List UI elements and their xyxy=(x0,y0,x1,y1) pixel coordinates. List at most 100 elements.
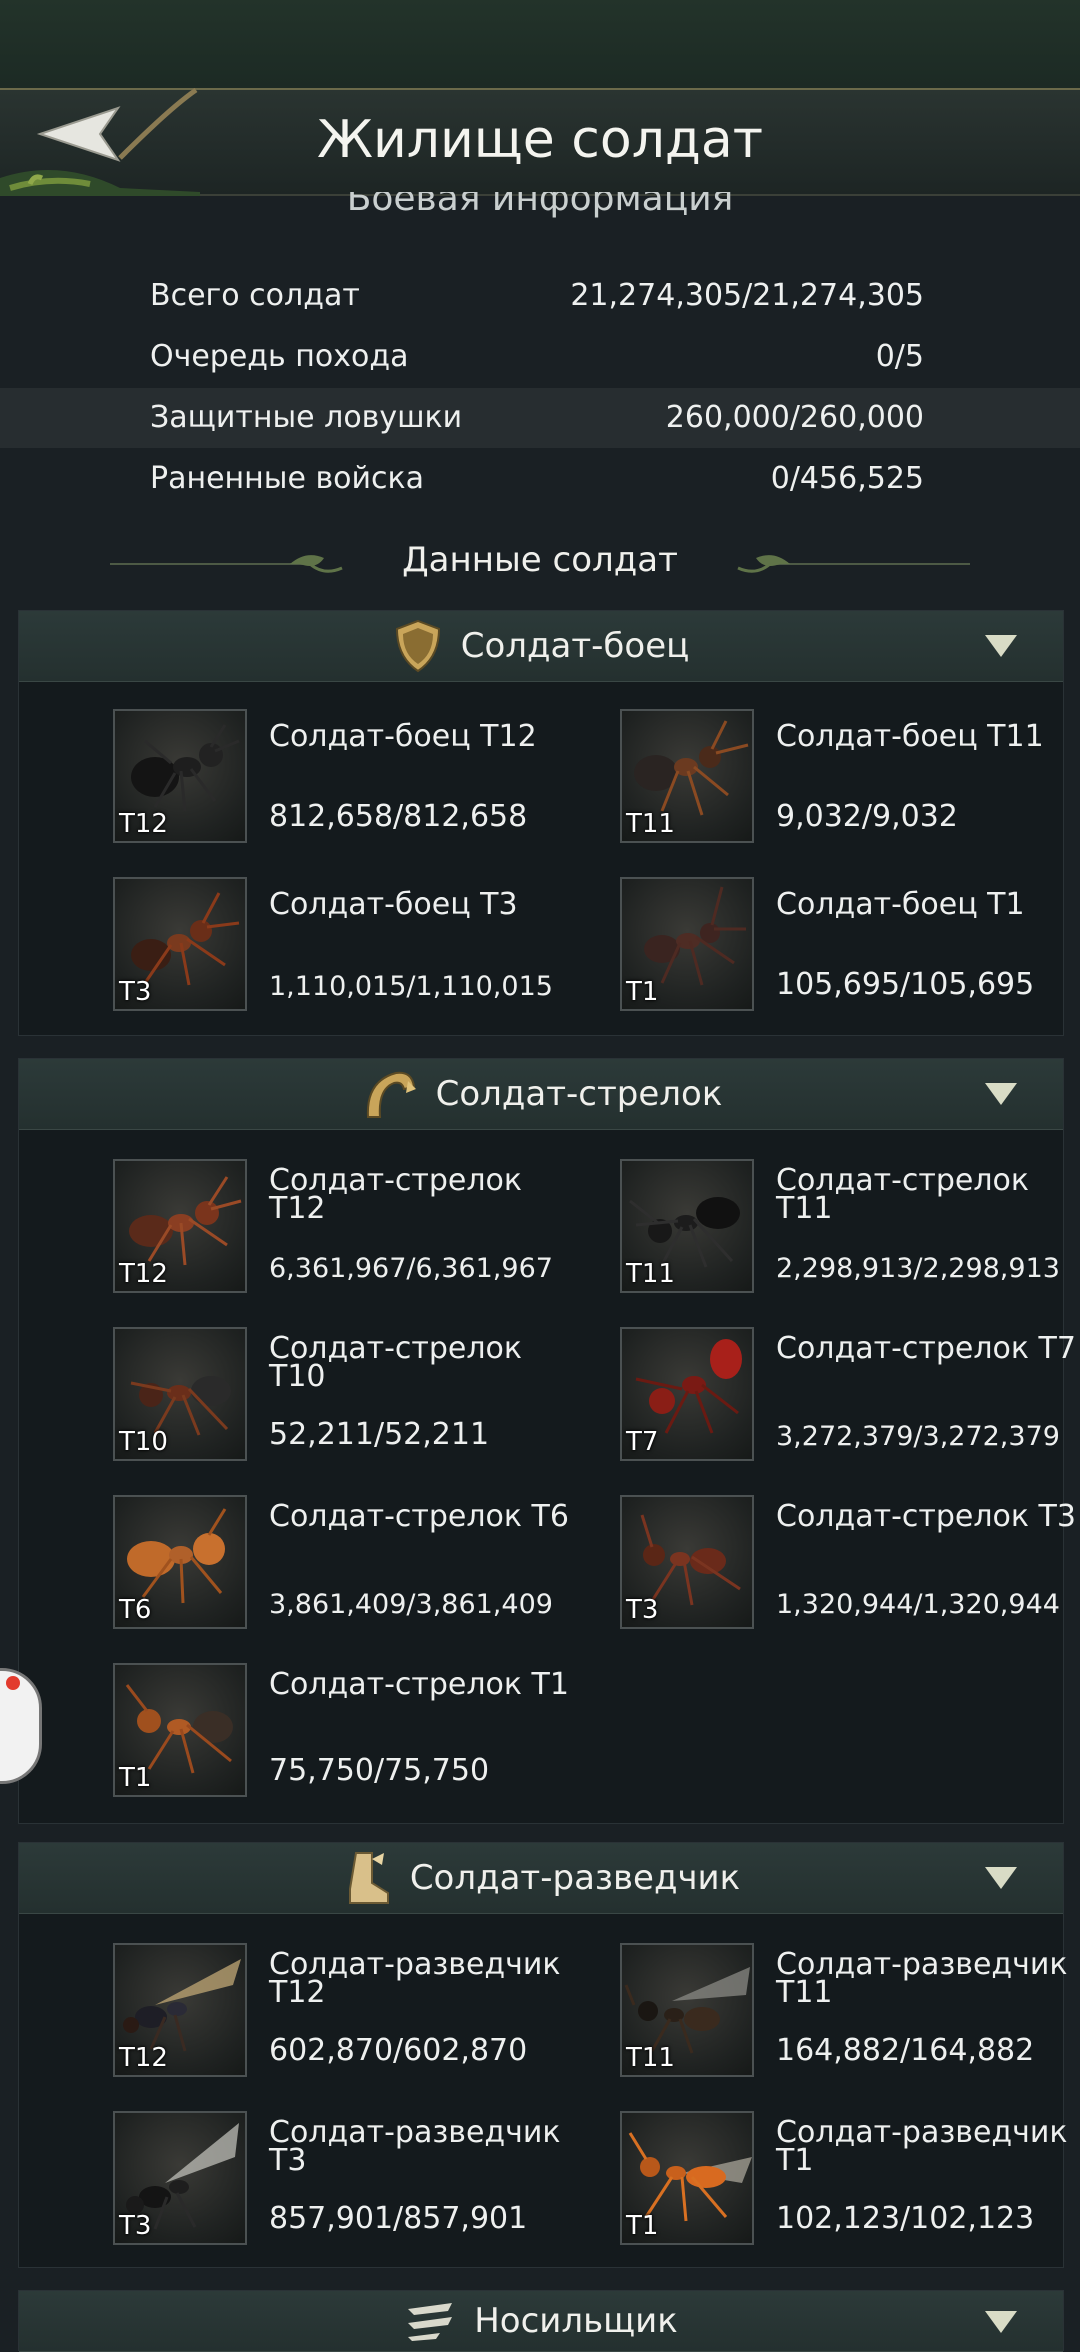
unit-image: T12 xyxy=(113,1159,247,1293)
unit-name: Солдат-стрелок T10 xyxy=(269,1331,523,1394)
unit-card[interactable]: T11 Солдат-боец T11 9,032/9,032 xyxy=(526,709,1044,849)
unit-name: Солдат-стрелок T1 xyxy=(269,1667,569,1702)
chevron-down-icon xyxy=(985,635,1017,657)
unit-card[interactable]: T3 Солдат-стрелок T3 1,320,944/1,320,944 xyxy=(526,1495,1076,1635)
stat-row: Раненные войска 0/456,525 xyxy=(0,449,1080,509)
section-archer: Солдат-стрелок T12 Солдат-стрелок T12 6,… xyxy=(18,1058,1076,1824)
page-title: Жилище солдат xyxy=(316,110,764,170)
unit-name: Солдат-стрелок T11 xyxy=(776,1163,1030,1226)
chevron-down-icon xyxy=(985,1867,1017,1889)
unit-card[interactable]: T11 Солдат-разведчик T11 164,882/164,882 xyxy=(526,1943,1068,2083)
tier-badge: T7 xyxy=(626,1427,659,1457)
unit-card[interactable]: T1 Солдат-разведчик T1 102,123/102,123 xyxy=(526,2111,1068,2251)
unit-name: Солдат-боец T11 xyxy=(776,719,1044,754)
tier-badge: T12 xyxy=(119,1259,168,1289)
section-carrier: Носильщик xyxy=(18,2290,1064,2352)
unit-card[interactable]: T1 Солдат-боец T1 105,695/105,695 xyxy=(526,877,1034,1017)
stat-value: 0/456,525 xyxy=(770,461,924,496)
section-label: Носильщик xyxy=(474,2301,678,2341)
unit-card[interactable]: T12 Солдат-стрелок T12 6,361,967/6,361,9… xyxy=(19,1159,553,1299)
stat-label: Раненные войска xyxy=(150,461,424,496)
tier-badge: T6 xyxy=(119,1595,152,1625)
unit-count: 6,361,967/6,361,967 xyxy=(269,1253,553,1284)
unit-image: T12 xyxy=(113,709,247,843)
unit-card[interactable]: T10 Солдат-стрелок T10 52,211/52,211 xyxy=(19,1327,522,1467)
unit-count: 1,110,015/1,110,015 xyxy=(269,971,553,1002)
stat-label: Очередь похода xyxy=(150,339,409,374)
tier-badge: T11 xyxy=(626,1259,675,1289)
section-label: Солдат-разведчик xyxy=(409,1858,741,1898)
unit-name: Солдат-стрелок T3 xyxy=(776,1499,1076,1534)
unit-count: 3,272,379/3,272,379 xyxy=(776,1421,1060,1452)
stat-row: Защитные ловушки 260,000/260,000 xyxy=(0,388,1080,448)
tier-badge: T3 xyxy=(119,977,152,1007)
unit-card[interactable]: T11 Солдат-стрелок T11 2,298,913/2,298,9… xyxy=(526,1159,1060,1299)
section-header-carrier[interactable]: Носильщик xyxy=(19,2291,1063,2352)
tier-badge: T3 xyxy=(119,2211,152,2241)
unit-card[interactable]: T12 Солдат-боец T12 812,658/812,658 xyxy=(19,709,537,849)
unit-count: 2,298,913/2,298,913 xyxy=(776,1253,1060,1284)
unit-count: 105,695/105,695 xyxy=(776,967,1035,1002)
combat-info-heading: Боевая информация xyxy=(346,192,734,219)
unit-image: T1 xyxy=(113,1663,247,1797)
unit-image: T10 xyxy=(113,1327,247,1461)
unit-name: Солдат-боец T12 xyxy=(269,719,537,754)
top-decor xyxy=(0,0,1080,89)
unit-card[interactable]: T3 Солдат-разведчик T3 857,901/857,901 xyxy=(19,2111,561,2251)
unit-image: T12 xyxy=(113,1943,247,2077)
unit-card[interactable]: T7 Солдат-стрелок T7 3,272,379/3,272,379 xyxy=(526,1327,1076,1467)
unit-count: 1,320,944/1,320,944 xyxy=(776,1589,1060,1620)
tier-badge: T12 xyxy=(119,809,168,839)
unit-name: Солдат-боец T3 xyxy=(269,887,518,922)
unit-card[interactable]: T1 Солдат-стрелок T1 75,750/75,750 xyxy=(19,1663,569,1803)
section-label: Солдат-стрелок xyxy=(435,1074,723,1114)
unit-card[interactable]: T6 Солдат-стрелок T6 3,861,409/3,861,409 xyxy=(19,1495,569,1635)
unit-name: Солдат-стрелок T7 xyxy=(776,1331,1076,1366)
unit-card[interactable]: T3 Солдат-боец T3 1,110,015/1,110,015 xyxy=(19,877,553,1017)
unit-name: Солдат-разведчик T11 xyxy=(776,1947,1068,2010)
unit-image: T6 xyxy=(113,1495,247,1629)
stat-row: Очередь похода 0/5 xyxy=(0,327,1080,387)
section-header-archer[interactable]: Солдат-стрелок xyxy=(19,1059,1063,1130)
unit-count: 602,870/602,870 xyxy=(269,2033,528,2068)
stat-value: 21,274,305/21,274,305 xyxy=(570,278,924,313)
stat-row: Всего солдат 21,274,305/21,274,305 xyxy=(0,266,1080,326)
tier-badge: T12 xyxy=(119,2043,168,2073)
unit-image: T1 xyxy=(620,2111,754,2245)
unit-name: Солдат-боец T1 xyxy=(776,887,1025,922)
boot-icon xyxy=(348,1852,389,1904)
tier-badge: T1 xyxy=(626,977,659,1007)
unit-image: T11 xyxy=(620,1159,754,1293)
chevron-down-icon xyxy=(985,2311,1017,2333)
notification-dot-icon xyxy=(6,1676,20,1690)
unit-image: T3 xyxy=(113,2111,247,2245)
unit-name: Солдат-стрелок T6 xyxy=(269,1499,569,1534)
unit-count: 3,861,409/3,861,409 xyxy=(269,1589,553,1620)
unit-count: 52,211/52,211 xyxy=(269,1417,490,1452)
tier-badge: T3 xyxy=(626,1595,659,1625)
unit-image: T7 xyxy=(620,1327,754,1461)
unit-count: 102,123/102,123 xyxy=(776,2201,1035,2236)
unit-card[interactable]: T12 Солдат-разведчик T12 602,870/602,870 xyxy=(19,1943,561,2083)
tier-badge: T10 xyxy=(119,1427,168,1457)
chevron-down-icon xyxy=(985,1083,1017,1105)
section-scout: Солдат-разведчик T12 Солдат-разведчик T1… xyxy=(18,1842,1068,2268)
unit-image: T1 xyxy=(620,877,754,1011)
stat-value: 0/5 xyxy=(875,339,924,374)
tier-badge: T11 xyxy=(626,2043,675,2073)
section-header-scout[interactable]: Солдат-разведчик xyxy=(19,1843,1063,1914)
unit-name: Солдат-разведчик T3 xyxy=(269,2115,561,2178)
bow-icon xyxy=(366,1071,416,1118)
unit-image: T3 xyxy=(620,1495,754,1629)
unit-name: Солдат-разведчик T1 xyxy=(776,2115,1068,2178)
section-fighter: Солдат-боец T12 Солдат-боец T12 812,658/… xyxy=(18,610,1064,1036)
unit-image: T11 xyxy=(620,709,754,843)
stat-label: Всего солдат xyxy=(150,278,360,313)
tier-badge: T1 xyxy=(626,2211,659,2241)
section-header-fighter[interactable]: Солдат-боец xyxy=(19,611,1063,682)
unit-image: T3 xyxy=(113,877,247,1011)
stat-label: Защитные ловушки xyxy=(150,400,463,435)
carrier-icon xyxy=(408,2303,453,2341)
shield-icon xyxy=(395,619,440,673)
unit-count: 857,901/857,901 xyxy=(269,2201,528,2236)
